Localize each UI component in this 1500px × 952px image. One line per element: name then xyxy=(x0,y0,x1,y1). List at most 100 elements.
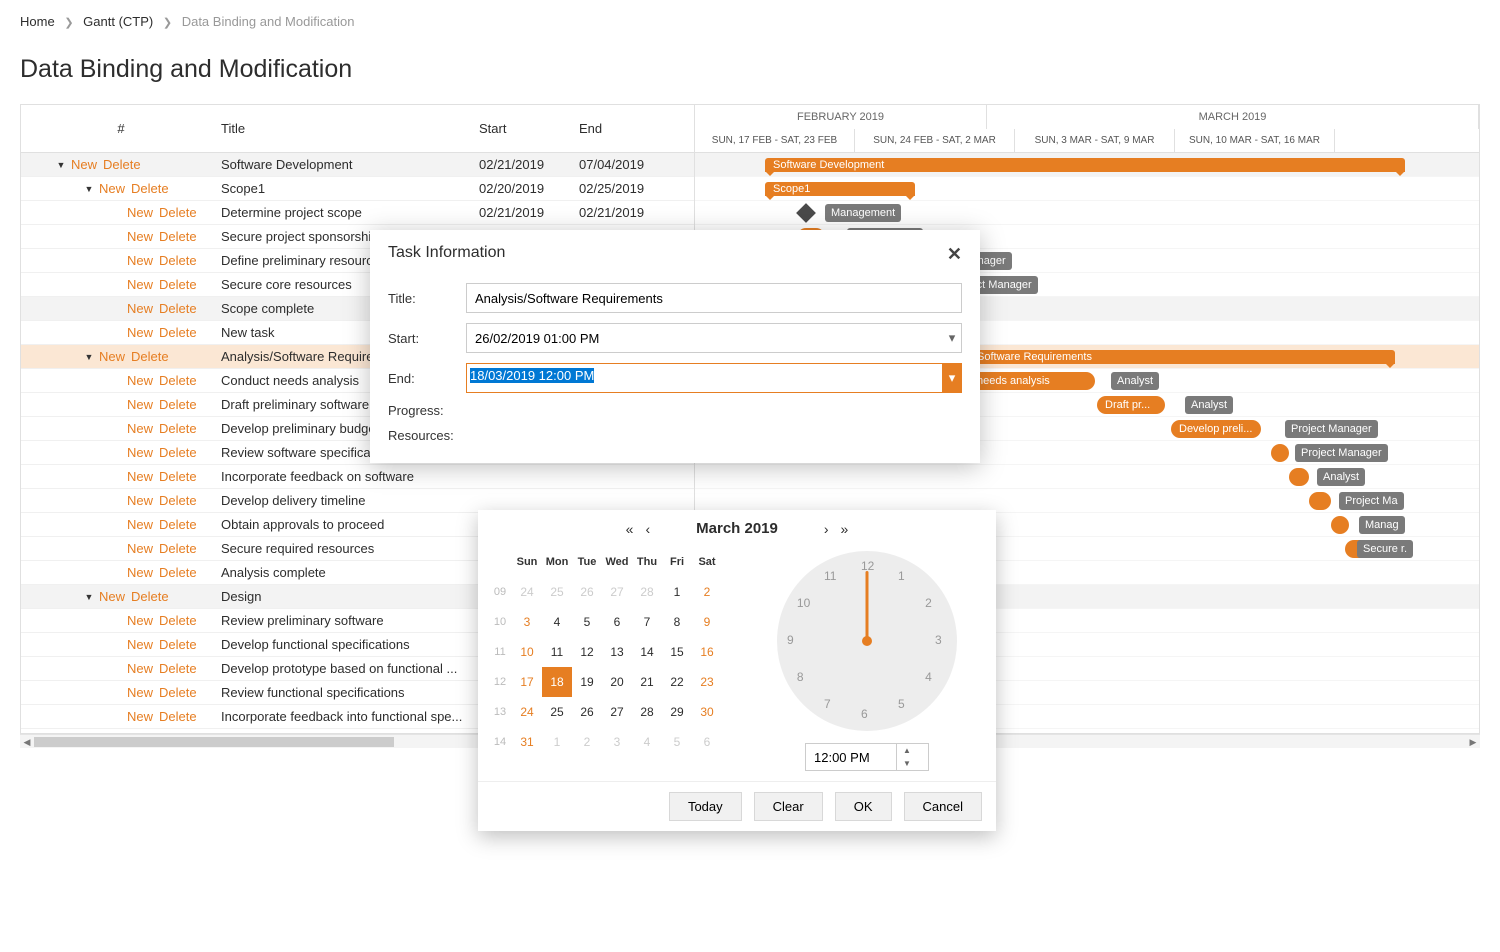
dp-day[interactable]: 26 xyxy=(572,577,602,607)
start-input[interactable] xyxy=(466,323,962,353)
new-link[interactable]: New xyxy=(99,589,125,604)
clock-face[interactable]: 121234567891011 xyxy=(777,551,957,731)
expand-toggle-icon[interactable]: ▼ xyxy=(51,160,71,170)
new-link[interactable]: New xyxy=(127,565,153,580)
delete-link[interactable]: Delete xyxy=(131,181,169,196)
dp-day[interactable]: 25 xyxy=(542,697,572,727)
close-icon[interactable]: ✕ xyxy=(947,244,962,265)
new-link[interactable]: New xyxy=(127,421,153,436)
delete-link[interactable]: Delete xyxy=(103,157,141,172)
dp-day[interactable]: 1 xyxy=(542,727,572,757)
task-row[interactable]: ▼NewDeleteSoftware Development02/21/2019… xyxy=(21,153,694,177)
dp-day[interactable]: 2 xyxy=(572,727,602,757)
new-link[interactable]: New xyxy=(127,469,153,484)
clock-number[interactable]: 8 xyxy=(797,670,804,684)
gantt-row[interactable]: Management xyxy=(695,201,1479,225)
clock-number[interactable]: 1 xyxy=(898,569,905,583)
new-link[interactable]: New xyxy=(127,445,153,460)
delete-link[interactable]: Delete xyxy=(159,613,197,628)
gantt-bar[interactable]: Analysis/Software Requirements xyxy=(925,350,1395,364)
new-link[interactable]: New xyxy=(127,277,153,292)
delete-link[interactable]: Delete xyxy=(159,565,197,580)
delete-link[interactable]: Delete xyxy=(159,469,197,484)
dp-day[interactable]: 5 xyxy=(572,607,602,637)
delete-link[interactable]: Delete xyxy=(131,589,169,604)
time-input[interactable]: ▲ ▼ xyxy=(805,743,929,771)
dp-day[interactable]: 15 xyxy=(662,637,692,667)
delete-link[interactable]: Delete xyxy=(159,373,197,388)
caret-down-icon[interactable]: ▾ xyxy=(942,363,962,393)
new-link[interactable]: New xyxy=(127,541,153,556)
spin-down-icon[interactable]: ▼ xyxy=(897,757,917,770)
dp-day[interactable]: 11 xyxy=(542,637,572,667)
delete-link[interactable]: Delete xyxy=(131,349,169,364)
scroll-right-icon[interactable]: ▶ xyxy=(1466,735,1480,749)
new-link[interactable]: New xyxy=(127,325,153,340)
expand-toggle-icon[interactable]: ▼ xyxy=(79,592,99,602)
delete-link[interactable]: Delete xyxy=(159,637,197,652)
delete-link[interactable]: Delete xyxy=(159,493,197,508)
new-link[interactable]: New xyxy=(99,349,125,364)
gantt-bar[interactable] xyxy=(1309,492,1331,510)
next-month-icon[interactable]: › xyxy=(824,521,829,537)
clock-hand[interactable] xyxy=(866,571,869,641)
new-link[interactable]: New xyxy=(127,229,153,244)
clock-number[interactable]: 12 xyxy=(861,559,874,573)
new-link[interactable]: New xyxy=(127,685,153,700)
delete-link[interactable]: Delete xyxy=(159,517,197,532)
gantt-row[interactable]: Analyst xyxy=(695,465,1479,489)
gantt-bar[interactable] xyxy=(1331,516,1349,534)
delete-link[interactable]: Delete xyxy=(159,253,197,268)
dp-day[interactable]: 13 xyxy=(602,637,632,667)
gantt-bar[interactable]: Develop preli... xyxy=(1171,420,1261,438)
dp-day[interactable]: 7 xyxy=(632,607,662,637)
clock-number[interactable]: 10 xyxy=(797,596,810,610)
dp-day[interactable]: 30 xyxy=(692,697,722,727)
dp-day[interactable]: 16 xyxy=(692,637,722,667)
task-row[interactable]: NewDeleteDetermine project scope02/21/20… xyxy=(21,201,694,225)
breadcrumb-gantt[interactable]: Gantt (CTP) xyxy=(83,14,153,29)
dp-day[interactable]: 6 xyxy=(602,607,632,637)
clock-number[interactable]: 6 xyxy=(861,707,868,721)
dp-day[interactable]: 3 xyxy=(512,607,542,637)
new-link[interactable]: New xyxy=(127,205,153,220)
dp-day[interactable]: 20 xyxy=(602,667,632,697)
dp-day[interactable]: 18 xyxy=(542,667,572,697)
new-link[interactable]: New xyxy=(127,301,153,316)
clock-number[interactable]: 2 xyxy=(925,596,932,610)
title-input[interactable] xyxy=(466,283,962,313)
dp-day[interactable]: 12 xyxy=(572,637,602,667)
dp-day[interactable]: 25 xyxy=(542,577,572,607)
dp-day[interactable]: 4 xyxy=(632,727,662,757)
dp-day[interactable]: 3 xyxy=(602,727,632,757)
dp-day[interactable]: 26 xyxy=(572,697,602,727)
dp-day[interactable]: 9 xyxy=(692,607,722,637)
task-row[interactable]: ▼NewDeleteScope102/20/201902/25/2019 xyxy=(21,177,694,201)
today-button[interactable]: Today xyxy=(669,792,742,821)
dp-day[interactable]: 24 xyxy=(512,697,542,727)
new-link[interactable]: New xyxy=(127,709,153,724)
gantt-bar[interactable]: Draft pr... xyxy=(1097,396,1165,414)
delete-link[interactable]: Delete xyxy=(159,421,197,436)
scrollbar-thumb[interactable] xyxy=(34,737,394,747)
new-link[interactable]: New xyxy=(71,157,97,172)
gantt-bar[interactable]: Software Development xyxy=(765,158,1405,172)
dp-day[interactable]: 31 xyxy=(512,727,542,757)
gantt-row[interactable]: Scope1 xyxy=(695,177,1479,201)
dp-day[interactable]: 1 xyxy=(662,577,692,607)
ok-button[interactable]: OK xyxy=(835,792,892,821)
dp-day[interactable]: 27 xyxy=(602,697,632,727)
breadcrumb-home[interactable]: Home xyxy=(20,14,55,29)
gantt-milestone[interactable] xyxy=(796,203,816,223)
prev-month-icon[interactable]: ‹ xyxy=(645,521,650,537)
dp-day[interactable]: 4 xyxy=(542,607,572,637)
dp-month-label[interactable]: March 2019 xyxy=(696,520,778,537)
caret-down-icon[interactable]: ▾ xyxy=(942,323,962,353)
cancel-button[interactable]: Cancel xyxy=(904,792,982,821)
dp-day[interactable]: 29 xyxy=(662,697,692,727)
delete-link[interactable]: Delete xyxy=(159,541,197,556)
dp-day[interactable]: 5 xyxy=(662,727,692,757)
delete-link[interactable]: Delete xyxy=(159,325,197,340)
delete-link[interactable]: Delete xyxy=(159,445,197,460)
dp-day[interactable]: 2 xyxy=(692,577,722,607)
